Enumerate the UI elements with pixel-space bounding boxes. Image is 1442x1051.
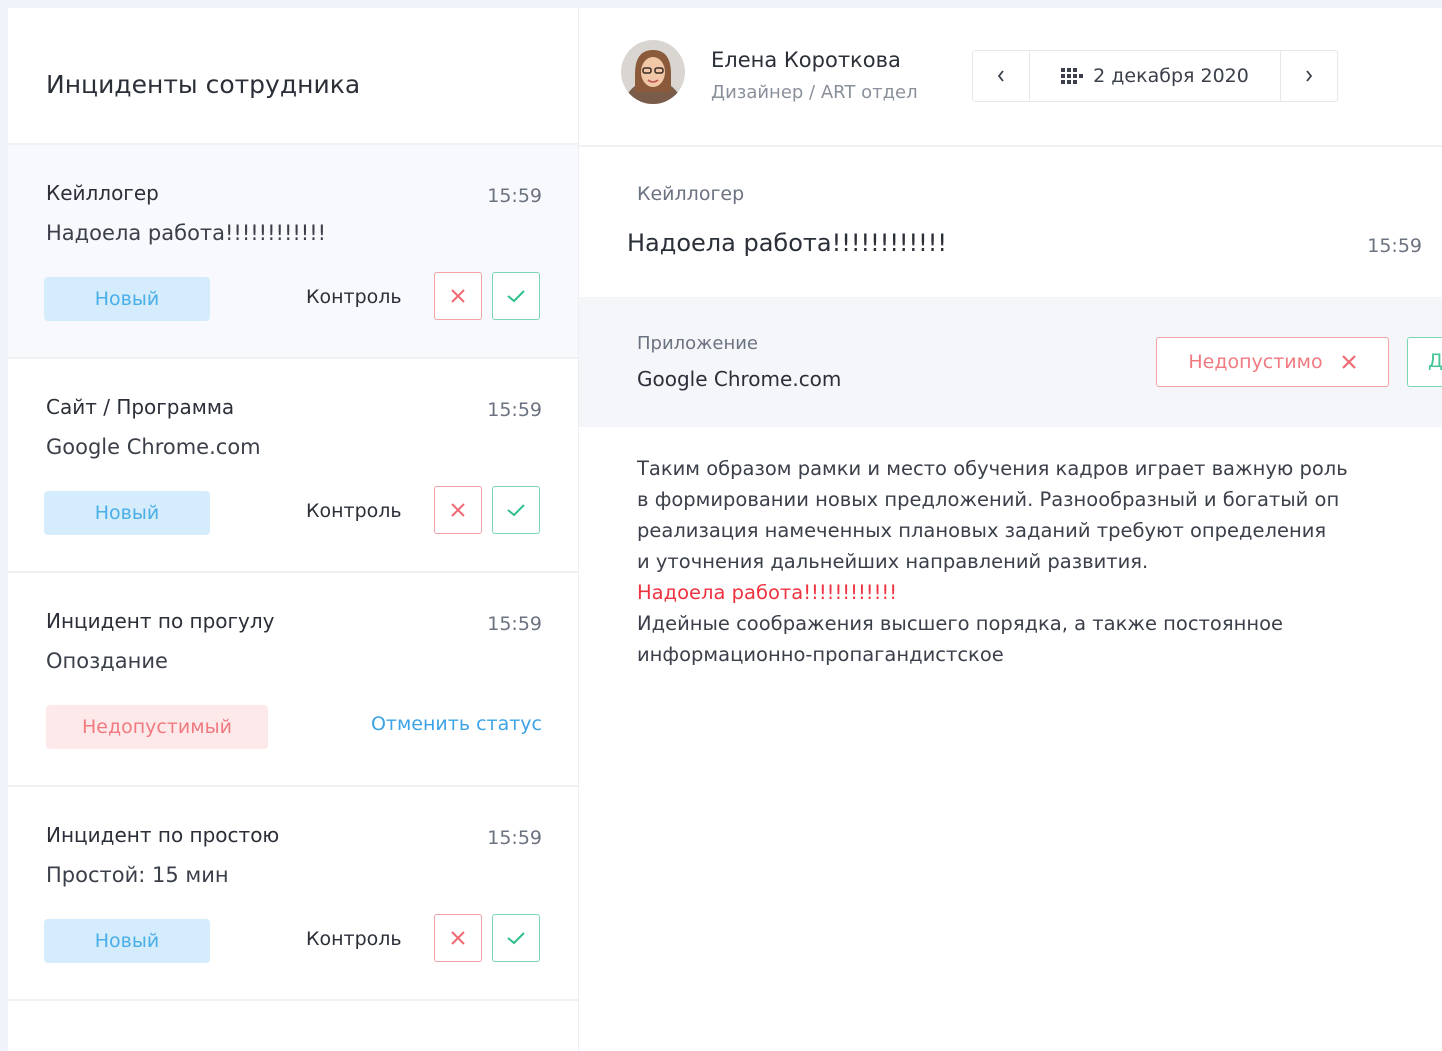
incident-message: Опоздание xyxy=(46,649,168,673)
incident-type: Инцидент по прогулу xyxy=(46,609,275,633)
reject-button[interactable] xyxy=(434,486,482,534)
chevron-right-icon xyxy=(1306,70,1313,82)
date-prev-button[interactable] xyxy=(973,51,1030,101)
application-block: Приложение Google Chrome.com Недопустимо… xyxy=(579,297,1442,427)
detail-header: Кейллогер Надоела работа!!!!!!!!!!!! 15:… xyxy=(579,147,1442,297)
detail-message: Надоела работа!!!!!!!!!!!! xyxy=(627,229,948,257)
incident-type: Сайт / Программа xyxy=(46,395,235,419)
panel-title: Инциденты сотрудника xyxy=(8,8,578,145)
application-value: Google Chrome.com xyxy=(637,367,842,391)
close-icon xyxy=(451,931,465,945)
incident-content: Таким образом рамки и место обучения кад… xyxy=(637,453,1442,670)
highlighted-keyword: Надоела работа!!!!!!!!!!!! xyxy=(637,581,898,604)
content-line: и уточнения дальнейших направлений разви… xyxy=(637,550,1149,573)
control-label: Контроль xyxy=(306,286,402,308)
accept-button[interactable] xyxy=(492,486,540,534)
employee-name: Елена Короткова xyxy=(711,48,901,72)
control-label: Контроль xyxy=(306,500,402,522)
status-badge: Недопустимый xyxy=(46,705,268,749)
incident-item[interactable]: Кейллогер 15:59 Надоела работа!!!!!!!!!!… xyxy=(8,145,578,359)
incident-time: 15:59 xyxy=(487,399,542,421)
incident-item[interactable]: Сайт / Программа 15:59 Google Chrome.com… xyxy=(8,359,578,573)
incident-list: Кейллогер 15:59 Надоела работа!!!!!!!!!!… xyxy=(8,145,578,1001)
accept-button[interactable]: Д xyxy=(1407,337,1442,387)
reject-button[interactable]: Недопустимо xyxy=(1156,337,1389,387)
application-label: Приложение xyxy=(637,333,759,354)
date-next-button[interactable] xyxy=(1280,51,1337,101)
employee-header: Елена Короткова Дизайнер / ART отдел 2 д… xyxy=(579,8,1442,147)
date-display[interactable]: 2 декабря 2020 xyxy=(1030,51,1280,101)
avatar xyxy=(621,40,685,104)
status-badge: Новый xyxy=(44,491,210,535)
app-window: Инциденты сотрудника Кейллогер 15:59 Над… xyxy=(8,8,1442,1051)
reject-button[interactable] xyxy=(434,914,482,962)
detail-time: 15:59 xyxy=(1367,235,1422,257)
accept-button[interactable] xyxy=(492,914,540,962)
close-icon xyxy=(451,503,465,517)
content-line: в формировании новых предложений. Разноо… xyxy=(637,488,1340,511)
chevron-left-icon xyxy=(997,70,1004,82)
content-line: информационно-пропагандистское xyxy=(637,643,1004,666)
incident-item[interactable]: Инцидент по простою 15:59 Простой: 15 ми… xyxy=(8,787,578,1001)
incident-type: Инцидент по простою xyxy=(46,823,280,847)
reject-button[interactable] xyxy=(434,272,482,320)
check-icon xyxy=(507,290,525,303)
calendar-grid-icon xyxy=(1061,68,1084,84)
reject-button-label: Недопустимо xyxy=(1188,351,1323,373)
incident-detail-panel: Елена Короткова Дизайнер / ART отдел 2 д… xyxy=(579,8,1442,1051)
incident-time: 15:59 xyxy=(487,185,542,207)
content-line: Идейные соображения высшего порядка, а т… xyxy=(637,612,1283,635)
incident-item[interactable]: Инцидент по прогулу 15:59 Опоздание Недо… xyxy=(8,573,578,787)
check-icon xyxy=(507,504,525,517)
incident-time: 15:59 xyxy=(487,613,542,635)
incident-message: Надоела работа!!!!!!!!!!!! xyxy=(46,221,327,245)
close-icon xyxy=(1341,355,1356,369)
content-line: реализация намеченных плановых заданий т… xyxy=(637,519,1327,542)
close-icon xyxy=(451,289,465,303)
incident-time: 15:59 xyxy=(487,827,542,849)
date-picker: 2 декабря 2020 xyxy=(972,50,1338,102)
incident-message: Простой: 15 мин xyxy=(46,863,229,887)
detail-type: Кейллогер xyxy=(637,183,745,205)
accept-button[interactable] xyxy=(492,272,540,320)
cancel-status-link[interactable]: Отменить статус xyxy=(371,713,542,735)
content-line: Таким образом рамки и место обучения кад… xyxy=(637,457,1348,480)
status-badge: Новый xyxy=(44,919,210,963)
date-text: 2 декабря 2020 xyxy=(1093,65,1249,87)
incident-list-panel: Инциденты сотрудника Кейллогер 15:59 Над… xyxy=(8,8,579,1051)
incident-message: Google Chrome.com xyxy=(46,435,261,459)
incident-type: Кейллогер xyxy=(46,181,159,205)
status-badge: Новый xyxy=(44,277,210,321)
control-label: Контроль xyxy=(306,928,402,950)
employee-role: Дизайнер / ART отдел xyxy=(711,82,918,103)
check-icon xyxy=(507,932,525,945)
